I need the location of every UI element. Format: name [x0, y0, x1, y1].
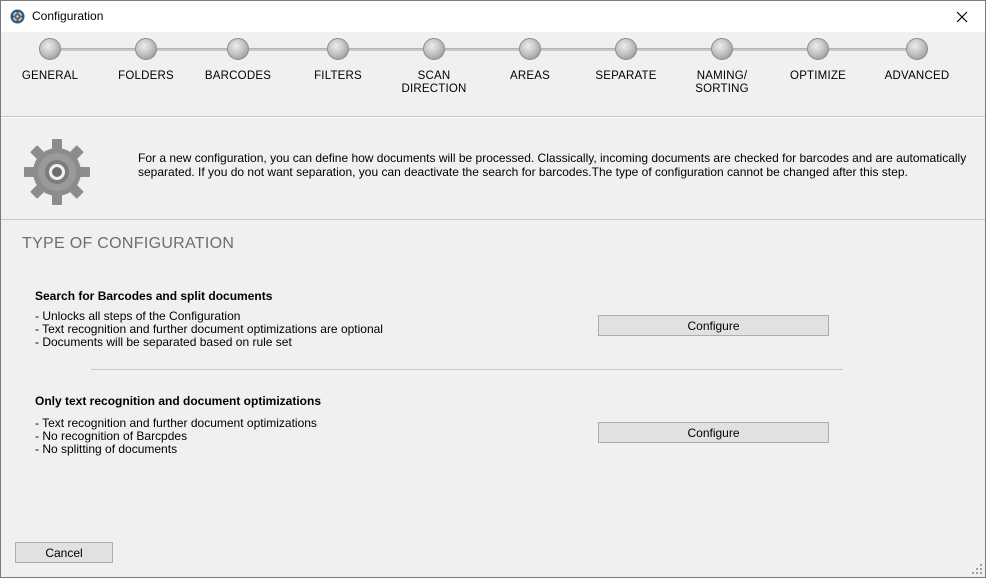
step-label[interactable]: ADVANCED	[857, 70, 977, 83]
section-title: TYPE OF CONFIGURATION	[22, 235, 235, 252]
step-indicator-icon[interactable]	[227, 38, 249, 60]
option-ocr-line: - No splitting of documents	[35, 442, 178, 456]
app-gear-icon	[10, 9, 25, 24]
option-barcode-heading: Search for Barcodes and split documents	[35, 289, 273, 303]
step-indicator-icon[interactable]	[615, 38, 637, 60]
option-barcode-line: - Documents will be separated based on r…	[35, 335, 292, 349]
step-indicator-icon[interactable]	[906, 38, 928, 60]
option-barcode-details: - Unlocks all steps of the Configuration…	[35, 310, 383, 349]
step-indicator-icon[interactable]	[423, 38, 445, 60]
option-ocr-details: - Text recognition and further document …	[35, 417, 317, 456]
options-divider	[91, 369, 843, 370]
configure-barcode-button[interactable]: Configure	[598, 315, 829, 336]
info-panel: For a new configuration, you can define …	[1, 118, 985, 219]
cancel-button[interactable]: Cancel	[15, 542, 113, 563]
gear-icon	[24, 139, 90, 205]
resize-grip-icon[interactable]	[972, 564, 982, 574]
step-indicator-icon[interactable]	[711, 38, 733, 60]
configuration-window: Configuration GENERAL FOLDERS BARCODES FILT…	[0, 0, 986, 578]
step-indicator-icon[interactable]	[519, 38, 541, 60]
option-ocr-heading: Only text recognition and document optim…	[35, 394, 322, 408]
configure-ocr-button[interactable]: Configure	[598, 422, 829, 443]
title-bar: Configuration	[1, 1, 985, 32]
close-icon	[956, 11, 968, 22]
step-indicator-icon[interactable]	[327, 38, 349, 60]
info-description: For a new configuration, you can define …	[138, 151, 967, 179]
info-divider	[1, 219, 985, 220]
step-indicator-icon[interactable]	[135, 38, 157, 60]
step-indicator-icon[interactable]	[39, 38, 61, 60]
close-button[interactable]	[939, 1, 985, 32]
steps-connector-line	[49, 48, 917, 51]
step-indicator-icon[interactable]	[807, 38, 829, 60]
wizard-steps: GENERAL FOLDERS BARCODES FILTERS SCAN DIRECT…	[1, 32, 985, 116]
window-title: Configuration	[32, 9, 104, 23]
